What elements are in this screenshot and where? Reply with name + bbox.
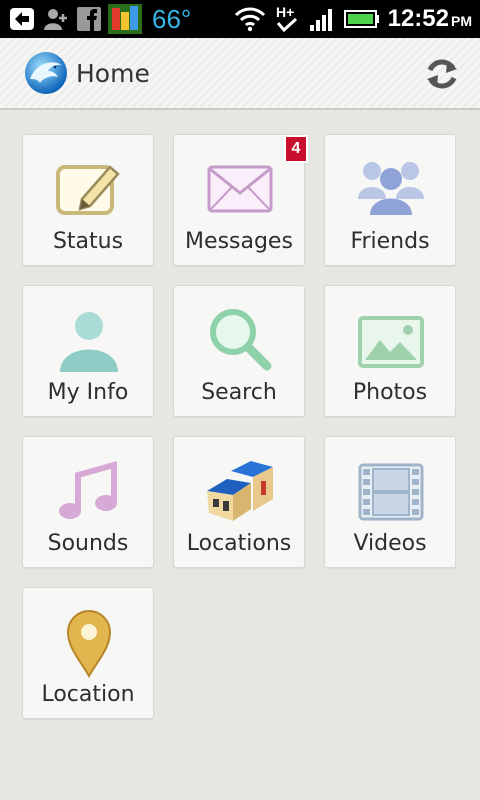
add-contact-icon xyxy=(42,6,70,32)
tile-label: Friends xyxy=(350,229,430,254)
temperature-text: 66° xyxy=(152,3,192,34)
tile-label: My Info xyxy=(47,380,129,405)
tile-label: Locations xyxy=(186,531,292,556)
tile-status[interactable]: Status xyxy=(22,134,154,266)
tile-label: Photos xyxy=(352,380,428,405)
battery-icon xyxy=(343,9,380,29)
tile-label: Videos xyxy=(353,531,427,556)
tile-locations[interactable]: Locations xyxy=(173,436,305,568)
music-note-icon xyxy=(54,457,124,527)
refresh-icon[interactable] xyxy=(422,54,462,94)
map-pin-icon xyxy=(54,608,124,679)
home-grid: Status 4 Messages Friends My Info Search… xyxy=(0,110,480,800)
tile-photos[interactable]: Photos xyxy=(324,285,456,417)
ampm-text: PM xyxy=(451,13,472,29)
buildings-icon xyxy=(205,457,275,527)
tile-label: Sounds xyxy=(47,531,129,556)
app-header: Home xyxy=(0,38,480,110)
wifi-icon xyxy=(234,6,266,32)
signal-strength-icon xyxy=(308,6,336,32)
clock: 12:52 PM xyxy=(388,5,472,33)
tile-search[interactable]: Search xyxy=(173,285,305,417)
back-arrow-notification-icon xyxy=(8,6,36,32)
tile-location[interactable]: Location xyxy=(22,587,154,719)
svg-text:H+: H+ xyxy=(276,4,294,20)
status-bar: 66° H+ 12:52 PM xyxy=(0,0,480,38)
photo-icon xyxy=(356,306,426,376)
magnifier-icon xyxy=(205,306,275,376)
unread-badge: 4 xyxy=(284,135,308,163)
hplus-network-icon: H+ xyxy=(274,3,300,35)
tile-friends[interactable]: Friends xyxy=(324,134,456,266)
tile-sounds[interactable]: Sounds xyxy=(22,436,154,568)
friends-group-icon xyxy=(356,155,426,225)
dolphin-logo-icon xyxy=(22,49,70,97)
tile-label: Search xyxy=(201,380,277,405)
edit-note-icon xyxy=(54,155,124,225)
tile-label: Status xyxy=(52,229,124,254)
tile-label: Messages xyxy=(185,229,293,254)
tile-messages[interactable]: 4 Messages xyxy=(173,134,308,266)
page-title: Home xyxy=(76,58,150,88)
person-icon xyxy=(54,306,124,376)
film-strip-icon xyxy=(356,457,426,527)
tile-videos[interactable]: Videos xyxy=(324,436,456,568)
tile-label: Location xyxy=(41,682,135,707)
weather-widget-icon xyxy=(108,4,142,34)
tile-my-info[interactable]: My Info xyxy=(22,285,154,417)
envelope-icon xyxy=(205,155,275,225)
facebook-icon xyxy=(76,6,102,32)
time-text: 12:52 xyxy=(387,5,449,32)
